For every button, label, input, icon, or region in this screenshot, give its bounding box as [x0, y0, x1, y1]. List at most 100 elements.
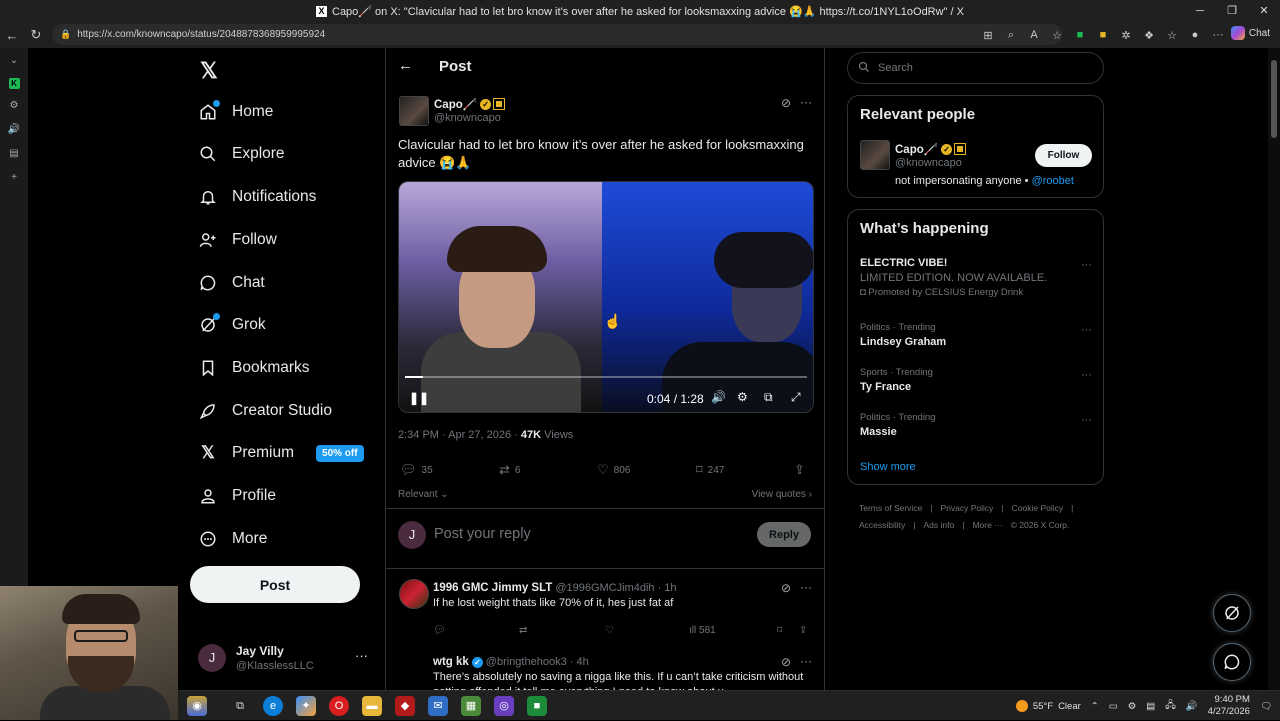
search-input[interactable]: Search: [847, 52, 1104, 84]
footer-link[interactable]: Terms of Service: [859, 503, 922, 513]
new-tab-plus-icon[interactable]: +: [6, 171, 22, 185]
reply-input[interactable]: Post your reply: [434, 526, 531, 542]
settings-gear-icon[interactable]: ⚙: [6, 99, 22, 113]
restore-icon[interactable]: ❐: [1216, 0, 1248, 22]
collections-icon[interactable]: ❖: [1141, 29, 1157, 42]
app-green-square-icon[interactable]: ■: [527, 696, 547, 716]
reply-sort-dropdown[interactable]: Relevant ⌄: [398, 489, 449, 500]
follow-button[interactable]: Follow: [1035, 144, 1092, 167]
tray-chevron-icon[interactable]: ⌃: [1091, 701, 1099, 712]
zoom-icon[interactable]: ⌕: [1003, 29, 1019, 42]
footer-link[interactable]: More ···: [972, 520, 1002, 530]
favorite-star-icon[interactable]: ☆: [1049, 29, 1065, 42]
fullscreen-icon[interactable]: ⤢: [791, 390, 801, 405]
edge-browser-icon[interactable]: e: [263, 696, 283, 716]
more-horizontal-icon[interactable]: ···: [1081, 414, 1092, 426]
url-field[interactable]: 🔒 https://x.com/knowncapo/status/2048878…: [52, 24, 1062, 45]
video-player[interactable]: ☝ ❚❚ 0:04 / 1:28 🔊 ⚙ ⧉ ⤢: [398, 181, 814, 413]
like-button[interactable]: ♡ 806: [597, 462, 630, 478]
nav-premium[interactable]: 𝕏 Premium 50% off: [198, 436, 364, 470]
app-red-icon[interactable]: ◆: [395, 696, 415, 716]
reply-icon[interactable]: 💬︎: [433, 625, 446, 636]
author-name-row[interactable]: Capo🦯 ✓: [434, 97, 506, 111]
more-horizontal-icon[interactable]: ···: [355, 648, 368, 663]
file-explorer-icon[interactable]: ▬: [362, 696, 382, 716]
extension-green-icon[interactable]: ■: [1072, 29, 1088, 41]
nav-grok[interactable]: Grok: [198, 308, 266, 342]
minimize-icon[interactable]: ─: [1184, 0, 1216, 22]
reload-icon[interactable]: ↻: [24, 27, 48, 43]
chat-floating-button[interactable]: [1213, 643, 1251, 681]
grok-explain-icon[interactable]: ⊘: [781, 96, 791, 110]
pause-icon[interactable]: ❚❚: [409, 391, 429, 405]
nav-notifications[interactable]: Notifications: [198, 180, 316, 214]
footer-link[interactable]: Accessibility: [859, 520, 905, 530]
person-handle[interactable]: @knowncapo: [895, 157, 962, 169]
heart-icon[interactable]: ♡: [605, 625, 614, 636]
nav-more[interactable]: More: [198, 522, 267, 556]
nav-follow[interactable]: Follow: [198, 223, 277, 257]
picture-in-picture-icon[interactable]: ⧉: [764, 390, 773, 405]
video-progress-bar[interactable]: [405, 376, 807, 378]
repost-button[interactable]: ⇄ 6: [499, 462, 520, 478]
browser-back-icon[interactable]: ←: [0, 28, 24, 43]
favorites-icon[interactable]: ☆: [1164, 29, 1180, 42]
widgets-icon[interactable]: ◉: [187, 696, 207, 716]
nav-profile[interactable]: Profile: [198, 479, 276, 513]
bookmark-icon[interactable]: ⌑: [777, 625, 782, 636]
extensions-icon[interactable]: ✲: [1118, 29, 1134, 42]
footer-link[interactable]: Ads info: [924, 520, 955, 530]
chevron-down-icon[interactable]: ⌄: [6, 54, 22, 68]
copilot-app-icon[interactable]: ✦: [296, 696, 316, 716]
taskbar-clock[interactable]: 9:40 PM 4/27/2026: [1208, 694, 1250, 718]
tray-app-icon[interactable]: ⚙: [1128, 701, 1137, 712]
author-avatar[interactable]: [399, 96, 429, 126]
copilot-chat-button[interactable]: Chat: [1230, 26, 1270, 40]
notification-center-icon[interactable]: 🗨: [1260, 701, 1272, 712]
x-logo-icon[interactable]: 𝕏: [200, 58, 218, 84]
trend-item[interactable]: Politics · Trending Massie ···: [860, 412, 1092, 438]
volume-icon[interactable]: 🔊: [711, 390, 726, 404]
obs-icon[interactable]: ◎: [494, 696, 514, 716]
nav-home[interactable]: Home: [198, 95, 273, 129]
weather-widget[interactable]: 55°F Clear: [1015, 700, 1081, 712]
back-arrow-icon[interactable]: ←: [398, 57, 413, 74]
more-horizontal-icon[interactable]: ···: [1081, 369, 1092, 381]
more-horizontal-icon[interactable]: ···: [1081, 324, 1092, 336]
nav-chat[interactable]: Chat: [198, 266, 265, 300]
avatar[interactable]: [399, 579, 429, 609]
repost-icon[interactable]: ⇄: [519, 625, 527, 636]
share-button[interactable]: ⇪: [794, 462, 805, 478]
browser-menu-icon[interactable]: ···: [1210, 29, 1226, 41]
reply-author-row[interactable]: 1996 GMC Jimmy SLT @1996GMCJim4dih · 1h: [433, 582, 677, 594]
avatar[interactable]: [860, 140, 890, 170]
grok-explain-icon[interactable]: ⊘: [781, 655, 791, 669]
more-horizontal-icon[interactable]: ···: [800, 580, 812, 594]
post-timestamp[interactable]: 2:34 PM · Apr 27, 2026 ·: [398, 429, 521, 441]
bio-mention-link[interactable]: @roobet: [1032, 175, 1074, 187]
reply-button[interactable]: 💬︎ 35: [400, 462, 433, 478]
more-horizontal-icon[interactable]: ···: [800, 95, 812, 109]
profile-avatar-icon[interactable]: ●: [1187, 29, 1203, 41]
show-more-link[interactable]: Show more: [860, 461, 916, 473]
audio-tab-icon[interactable]: 🔊: [6, 123, 22, 137]
compose-post-button[interactable]: Post: [190, 566, 360, 603]
printer-icon[interactable]: ▤: [1146, 701, 1155, 712]
trend-item[interactable]: Politics · Trending Lindsey Graham ···: [860, 322, 1092, 348]
app-green-icon[interactable]: ▦: [461, 696, 481, 716]
view-quotes-link[interactable]: View quotes ›: [752, 489, 812, 500]
opera-browser-icon[interactable]: O: [329, 696, 349, 716]
tray-app-icon[interactable]: ▭: [1109, 701, 1118, 712]
account-switcher[interactable]: J Jay Villy @KlasslessLLC ···: [198, 640, 378, 680]
reply-submit-button[interactable]: Reply: [757, 522, 811, 547]
more-horizontal-icon[interactable]: ···: [800, 654, 812, 668]
footer-link[interactable]: Privacy Policy: [941, 503, 994, 513]
network-icon[interactable]: 🖧: [1165, 698, 1176, 714]
footer-link[interactable]: Cookie Policy: [1012, 503, 1064, 513]
settings-gear-icon[interactable]: ⚙: [737, 390, 748, 404]
scrollbar-thumb[interactable]: [1271, 60, 1277, 138]
read-aloud-icon[interactable]: A: [1026, 29, 1042, 41]
close-icon[interactable]: ✕: [1248, 0, 1280, 22]
bookmark-button[interactable]: ⌑ 247: [696, 462, 724, 478]
grok-explain-icon[interactable]: ⊘: [781, 581, 791, 595]
